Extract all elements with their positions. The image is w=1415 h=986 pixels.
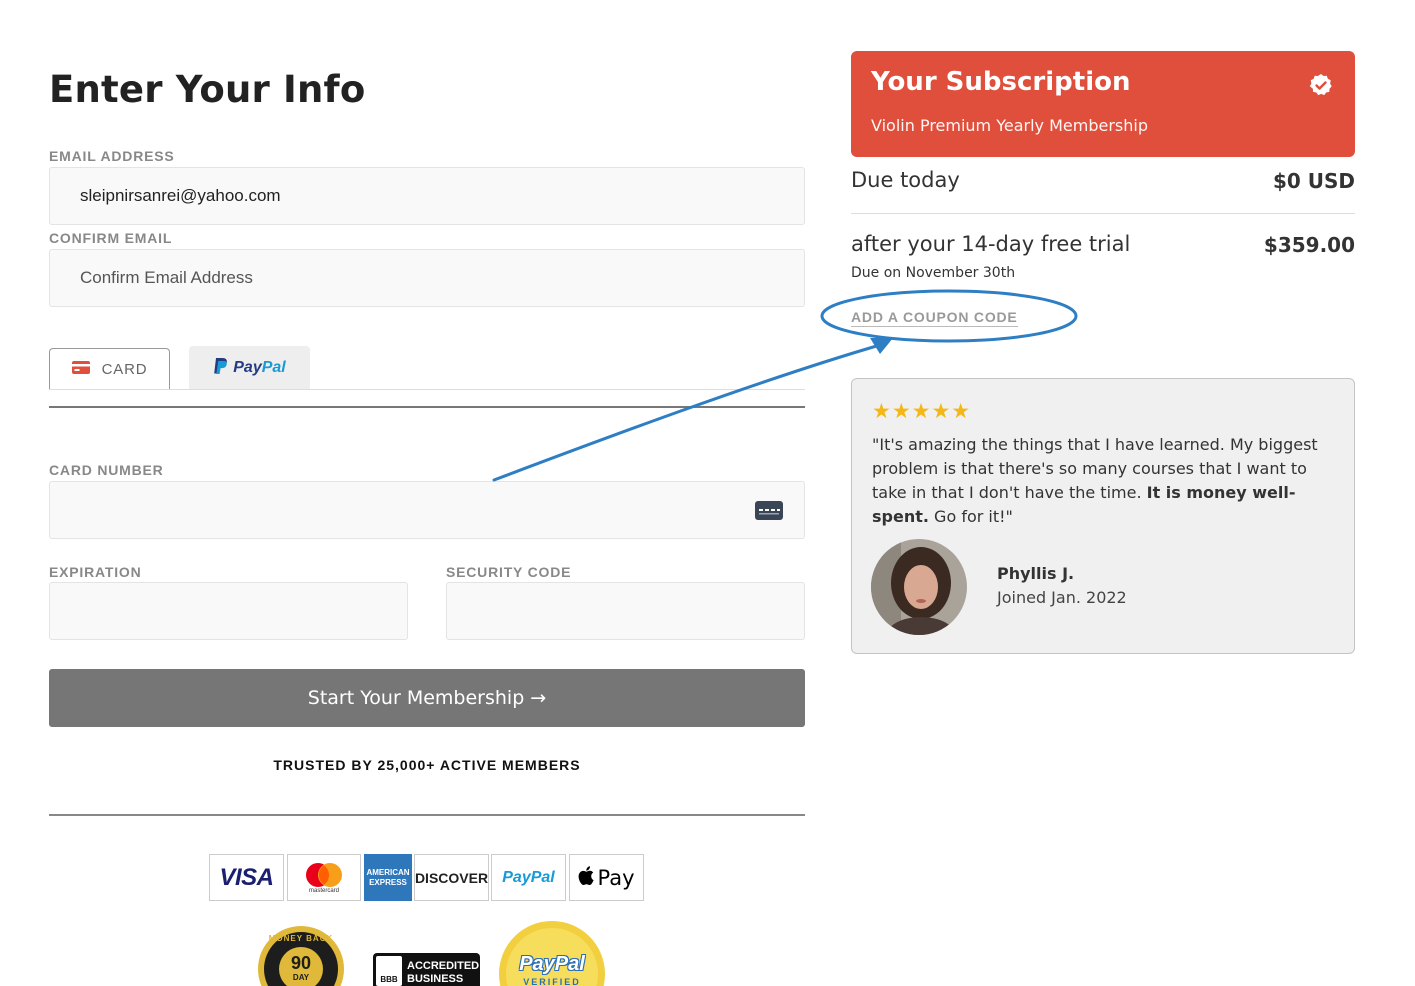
email-value: sleipnirsanrei@yahoo.com <box>80 186 281 205</box>
testimonial-card: ★★★★★ "It's amazing the things that I ha… <box>851 378 1355 654</box>
avatar <box>871 539 967 635</box>
trusted-members-text: TRUSTED BY 25,000+ ACTIVE MEMBERS <box>273 757 581 773</box>
card-number-label: CARD NUMBER <box>49 462 164 478</box>
confirm-email-field[interactable]: Confirm Email Address <box>49 249 805 307</box>
expiration-field[interactable] <box>49 582 408 640</box>
subscription-header: Your Subscription Violin Premium Yearly … <box>851 51 1355 157</box>
summary-divider <box>851 213 1355 214</box>
credit-card-icon <box>71 361 90 378</box>
expiration-label: EXPIRATION <box>49 564 142 580</box>
subscription-title: Your Subscription <box>871 67 1131 97</box>
start-membership-button[interactable]: Start Your Membership → <box>49 669 805 727</box>
paypal-wordmark: PayPal <box>233 359 286 376</box>
plan-name: Violin Premium Yearly Membership <box>871 116 1148 135</box>
security-code-field[interactable] <box>446 582 805 640</box>
paypal-icon <box>213 357 229 380</box>
bbb-accredited-badge: BBB ACCREDITED BUSINESS <box>373 953 480 986</box>
confirm-email-placeholder: Confirm Email Address <box>80 268 253 287</box>
email-label: EMAIL ADDRESS <box>49 148 175 164</box>
amex-logo: AMERICAN EXPRESS <box>364 854 412 901</box>
due-on-date: Due on November 30th <box>851 265 1016 281</box>
security-code-label: SECURITY CODE <box>446 564 572 580</box>
confirm-email-label: CONFIRM EMAIL <box>49 230 173 246</box>
email-field[interactable]: sleipnirsanrei@yahoo.com <box>49 167 805 225</box>
tabs-underline <box>49 406 805 408</box>
tab-paypal[interactable]: PayPal <box>189 346 310 390</box>
apple-icon <box>578 866 595 889</box>
reviewer-joined-date: Joined Jan. 2022 <box>997 588 1127 607</box>
testimonial-quote: "It's amazing the things that I have lea… <box>872 435 1318 526</box>
tab-card-label: CARD <box>101 361 148 378</box>
due-today-value: $0 USD <box>1272 169 1355 193</box>
add-coupon-link[interactable]: ADD A COUPON CODE <box>851 309 1018 327</box>
rating-stars: ★★★★★ <box>872 399 972 423</box>
money-back-badge: MONEY BACK 90 DAY <box>257 925 345 986</box>
verified-check-icon <box>1309 73 1333 97</box>
due-today-label: Due today <box>851 168 960 192</box>
mastercard-logo: mastercard <box>287 854 361 901</box>
tabs-divider <box>49 389 805 390</box>
card-type-icon <box>755 501 783 525</box>
visa-logo: VISA <box>209 854 284 901</box>
tab-card[interactable]: CARD <box>49 348 170 390</box>
card-number-field[interactable] <box>49 481 805 539</box>
discover-logo: DISCOVER <box>414 854 489 901</box>
paypal-verified-badge: PayPal VERIFIED <box>498 920 606 986</box>
apple-pay-logo: Pay <box>569 854 644 901</box>
annotation-arrow <box>492 343 882 482</box>
arrow-head-icon <box>870 338 893 354</box>
trial-price: $359.00 <box>1263 233 1355 257</box>
page-title: Enter Your Info <box>49 68 366 111</box>
reviewer-name: Phyllis J. <box>997 564 1075 583</box>
trial-label: after your 14-day free trial <box>851 232 1131 256</box>
divider <box>49 814 805 816</box>
paypal-card-logo: PayPal <box>491 854 566 901</box>
